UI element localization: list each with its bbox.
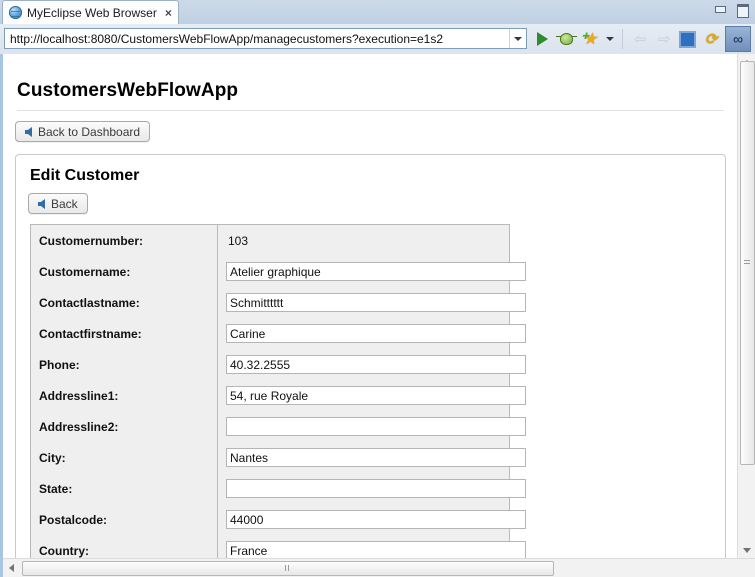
table-row: Addressline2: xyxy=(30,411,526,442)
panel-title: Edit Customer xyxy=(30,167,140,184)
scroll-down-button[interactable] xyxy=(738,542,755,559)
table-row: Addressline1: xyxy=(30,380,526,411)
field-label: Phone: xyxy=(30,349,218,380)
bookmarks-icon[interactable] xyxy=(580,28,600,50)
debug-icon[interactable] xyxy=(555,28,577,50)
field-input[interactable] xyxy=(226,417,526,436)
url-bar[interactable]: http://localhost:8080/CustomersWebFlowAp… xyxy=(4,28,527,49)
table-row: Customername: xyxy=(30,256,526,287)
tab-bar: MyEclipse Web Browser × xyxy=(0,0,755,24)
toolbar-separator xyxy=(622,29,623,49)
close-icon[interactable]: × xyxy=(165,7,172,19)
field-readonly-value: 103 xyxy=(228,233,249,248)
field-input[interactable] xyxy=(226,386,526,405)
back-label: Back xyxy=(51,196,78,211)
scrollbar-corner xyxy=(738,559,755,577)
table-row: Customernumber: 103 xyxy=(30,224,510,256)
toolbar-icons: ⇦ ⇨ ⟳ ∞ xyxy=(532,26,751,52)
field-label: State: xyxy=(30,473,218,504)
field-label: Customernumber: xyxy=(30,224,218,256)
field-label: City: xyxy=(30,442,218,473)
field-input[interactable] xyxy=(226,293,526,312)
open-external-browser-icon[interactable]: ∞ xyxy=(725,26,751,52)
title-divider xyxy=(17,110,724,111)
field-label: Postalcode: xyxy=(30,504,218,535)
customer-form-table: Customernumber: 103 Customername:Contactla… xyxy=(30,224,526,559)
field-value-cell xyxy=(217,318,526,349)
table-row: Contactlastname: xyxy=(30,287,526,318)
field-value-cell: 103 xyxy=(217,224,510,256)
field-input[interactable] xyxy=(226,324,526,343)
web-page: CustomersWebFlowApp Back to Dashboard Ed… xyxy=(3,54,738,559)
field-value-cell xyxy=(217,504,526,535)
scroll-left-button[interactable] xyxy=(3,559,20,576)
edit-customer-panel: Edit Customer Back Customernumber: 103 Cus… xyxy=(15,154,726,559)
back-icon: ⇦ xyxy=(632,30,646,48)
table-row: Postalcode: xyxy=(30,504,526,535)
field-label: Country: xyxy=(30,535,218,559)
forward-icon: ⇨ xyxy=(656,30,670,48)
field-input[interactable] xyxy=(226,262,526,281)
window-controls xyxy=(714,4,749,18)
field-value-cell xyxy=(217,442,526,473)
refresh-icon[interactable]: ⟳ xyxy=(701,28,721,50)
vertical-scrollbar[interactable] xyxy=(737,54,755,559)
browser-viewport: CustomersWebFlowApp Back to Dashboard Ed… xyxy=(0,54,755,577)
browser-toolbar: http://localhost:8080/CustomersWebFlowAp… xyxy=(0,24,755,54)
field-label: Contactlastname: xyxy=(30,287,218,318)
field-input[interactable] xyxy=(226,541,526,559)
field-value-cell xyxy=(217,473,526,504)
globe-icon xyxy=(9,6,22,19)
field-value-cell xyxy=(217,256,526,287)
bookmarks-dropdown-icon[interactable] xyxy=(604,28,616,50)
field-label: Contactfirstname: xyxy=(30,318,218,349)
field-value-cell xyxy=(217,287,526,318)
field-input[interactable] xyxy=(226,479,526,498)
table-row: Contactfirstname: xyxy=(30,318,526,349)
run-icon[interactable] xyxy=(532,28,552,50)
maximize-icon[interactable] xyxy=(736,4,749,18)
field-value-cell xyxy=(217,411,526,442)
left-arrow-icon xyxy=(38,198,45,209)
field-label: Customername: xyxy=(30,256,218,287)
url-history-dropdown-icon[interactable] xyxy=(509,29,526,48)
back-to-dashboard-button[interactable]: Back to Dashboard xyxy=(15,121,151,142)
field-label: Addressline1: xyxy=(30,380,218,411)
minimize-icon[interactable] xyxy=(714,4,727,15)
vertical-scroll-thumb[interactable] xyxy=(740,61,755,465)
table-row: Phone: xyxy=(30,349,526,380)
field-label: Addressline2: xyxy=(30,411,218,442)
table-row: City: xyxy=(30,442,526,473)
field-input[interactable] xyxy=(226,448,526,467)
table-row: Country: xyxy=(30,535,526,559)
url-text[interactable]: http://localhost:8080/CustomersWebFlowAp… xyxy=(5,32,509,46)
tab-label: MyEclipse Web Browser xyxy=(27,5,157,20)
field-value-cell xyxy=(217,349,526,380)
tab-web-browser[interactable]: MyEclipse Web Browser × xyxy=(2,0,179,24)
stop-icon[interactable] xyxy=(677,28,697,50)
table-row: State: xyxy=(30,473,526,504)
back-to-dashboard-label: Back to Dashboard xyxy=(38,124,141,139)
field-input[interactable] xyxy=(226,510,526,529)
field-value-cell xyxy=(217,535,526,559)
back-button[interactable]: Back xyxy=(28,193,88,214)
browser-window: MyEclipse Web Browser × http://localhost… xyxy=(0,0,755,577)
field-value-cell xyxy=(217,380,526,411)
page-title: CustomersWebFlowApp xyxy=(17,80,239,101)
horizontal-scrollbar[interactable] xyxy=(3,558,755,577)
field-input[interactable] xyxy=(226,355,526,374)
horizontal-scroll-thumb[interactable] xyxy=(22,561,554,576)
left-arrow-icon xyxy=(25,126,32,137)
